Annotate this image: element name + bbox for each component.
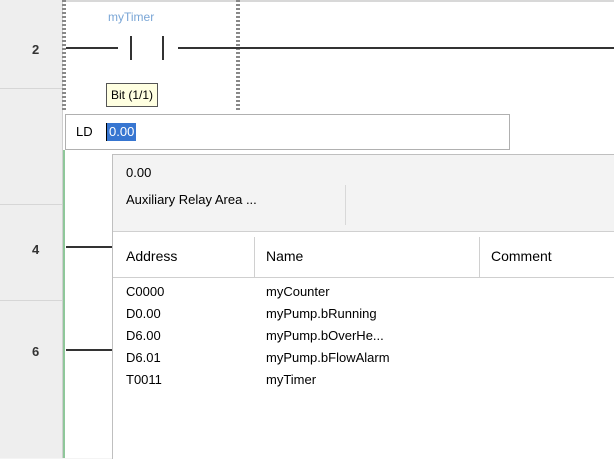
column-divider — [236, 0, 240, 110]
row-address: D6.01 — [126, 350, 161, 365]
symbol-row[interactable]: D6.00 myPump.bOverHe... — [113, 325, 614, 347]
row-address: T0011 — [126, 372, 162, 387]
symbol-row[interactable]: D6.01 myPump.bFlowAlarm — [113, 347, 614, 369]
row-name: myCounter — [266, 284, 330, 299]
column-header-name[interactable]: Name — [266, 248, 303, 264]
rung-wire — [178, 47, 614, 49]
row-name: myPump.bRunning — [266, 306, 377, 321]
gutter-divider — [0, 300, 62, 301]
symbol-row[interactable]: T0011 myTimer — [113, 369, 614, 391]
rung-wire — [66, 349, 112, 351]
row-address: D6.00 — [126, 328, 161, 343]
autocomplete-popup: 0.00 Auxiliary Relay Area ... Address Na… — [112, 154, 614, 459]
column-divider[interactable] — [479, 237, 480, 277]
selected-address: 0.00 — [126, 165, 152, 180]
top-border — [63, 0, 614, 2]
instruction-mnemonic: LD — [76, 124, 93, 139]
row-address: D0.00 — [126, 306, 161, 321]
contact-variable-label: myTimer — [108, 10, 155, 24]
power-rail — [62, 0, 66, 110]
row-name: myTimer — [266, 372, 317, 387]
rung-number[interactable]: 6 — [0, 344, 62, 359]
symbol-row[interactable]: D0.00 myPump.bRunning — [113, 303, 614, 325]
row-name: myPump.bOverHe... — [266, 328, 384, 343]
contact-left-bar — [130, 36, 132, 60]
gutter-divider — [0, 88, 62, 89]
row-address: C0000 — [126, 284, 165, 299]
column-header-address[interactable]: Address — [126, 248, 177, 264]
bit-tooltip: Bit (1/1) — [106, 83, 159, 107]
rung-number[interactable]: 4 — [0, 242, 62, 257]
symbol-table-header: Address Name Comment — [113, 237, 614, 278]
normally-open-contact[interactable] — [118, 36, 178, 60]
contact-right-bar — [162, 36, 164, 60]
rung-wire — [66, 47, 118, 49]
rung-wire — [66, 246, 112, 248]
column-divider[interactable] — [254, 237, 255, 277]
gutter-divider — [0, 204, 62, 205]
operand-input[interactable]: 0.00 — [106, 123, 137, 141]
rung-number[interactable]: 2 — [0, 42, 62, 57]
column-header-comment[interactable]: Comment — [491, 248, 552, 264]
info-divider — [345, 185, 346, 225]
selected-area-description: Auxiliary Relay Area ... — [126, 192, 257, 207]
rung-number-gutter: 2 4 6 — [0, 0, 63, 458]
ladder-editor: 2 4 6 myTimer Bit (1/1) LD 0.00 0.00 Aux… — [0, 0, 614, 459]
symbol-row[interactable]: C0000 myCounter — [113, 281, 614, 303]
left-power-rail-green — [63, 150, 65, 458]
selected-operand-info: 0.00 Auxiliary Relay Area ... — [113, 155, 614, 232]
row-name: myPump.bFlowAlarm — [266, 350, 390, 365]
instruction-entry-field[interactable]: LD 0.00 — [65, 114, 510, 150]
